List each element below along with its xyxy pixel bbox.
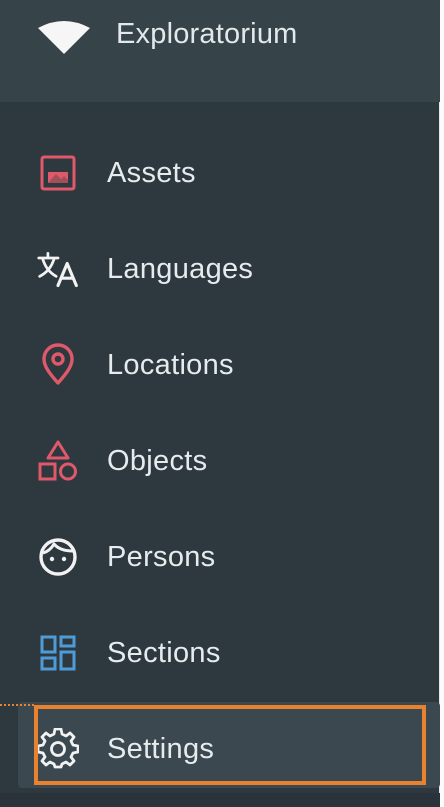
sidebar-item-languages[interactable]: Languages (0, 221, 440, 317)
sidebar-item-label: Languages (107, 253, 254, 285)
sidebar-item-label: Sections (107, 637, 221, 669)
app-header: Exploratorium (0, 0, 440, 102)
sidebar-item-label: Assets (107, 157, 196, 189)
shapes-icon (36, 439, 80, 483)
sidebar-item-label: Locations (107, 349, 234, 381)
dashboard-icon (36, 631, 80, 675)
sidebar-item-assets[interactable]: Assets (0, 125, 440, 221)
gear-icon (36, 727, 80, 771)
sidebar-item-persons[interactable]: Persons (0, 509, 440, 605)
sidebar-item-sections[interactable]: Sections (0, 605, 440, 701)
sidebar-item-locations[interactable]: Locations (0, 317, 440, 413)
sidebar-item-settings[interactable]: Settings (0, 701, 440, 797)
face-icon (36, 535, 80, 579)
image-icon (36, 151, 80, 195)
logo-icon (38, 21, 90, 54)
sidebar-item-objects[interactable]: Objects (0, 413, 440, 509)
map-pin-icon (36, 343, 80, 387)
sidebar-item-label: Objects (107, 445, 208, 477)
sidebar-panel: Exploratorium Assets Languages Locations… (0, 0, 440, 807)
sidebar-item-label: Persons (107, 541, 216, 573)
sidebar-item-label: Settings (107, 733, 215, 765)
translate-icon (36, 247, 80, 291)
sidebar-bottom-strip (0, 793, 440, 807)
app-title: Exploratorium (116, 18, 298, 50)
